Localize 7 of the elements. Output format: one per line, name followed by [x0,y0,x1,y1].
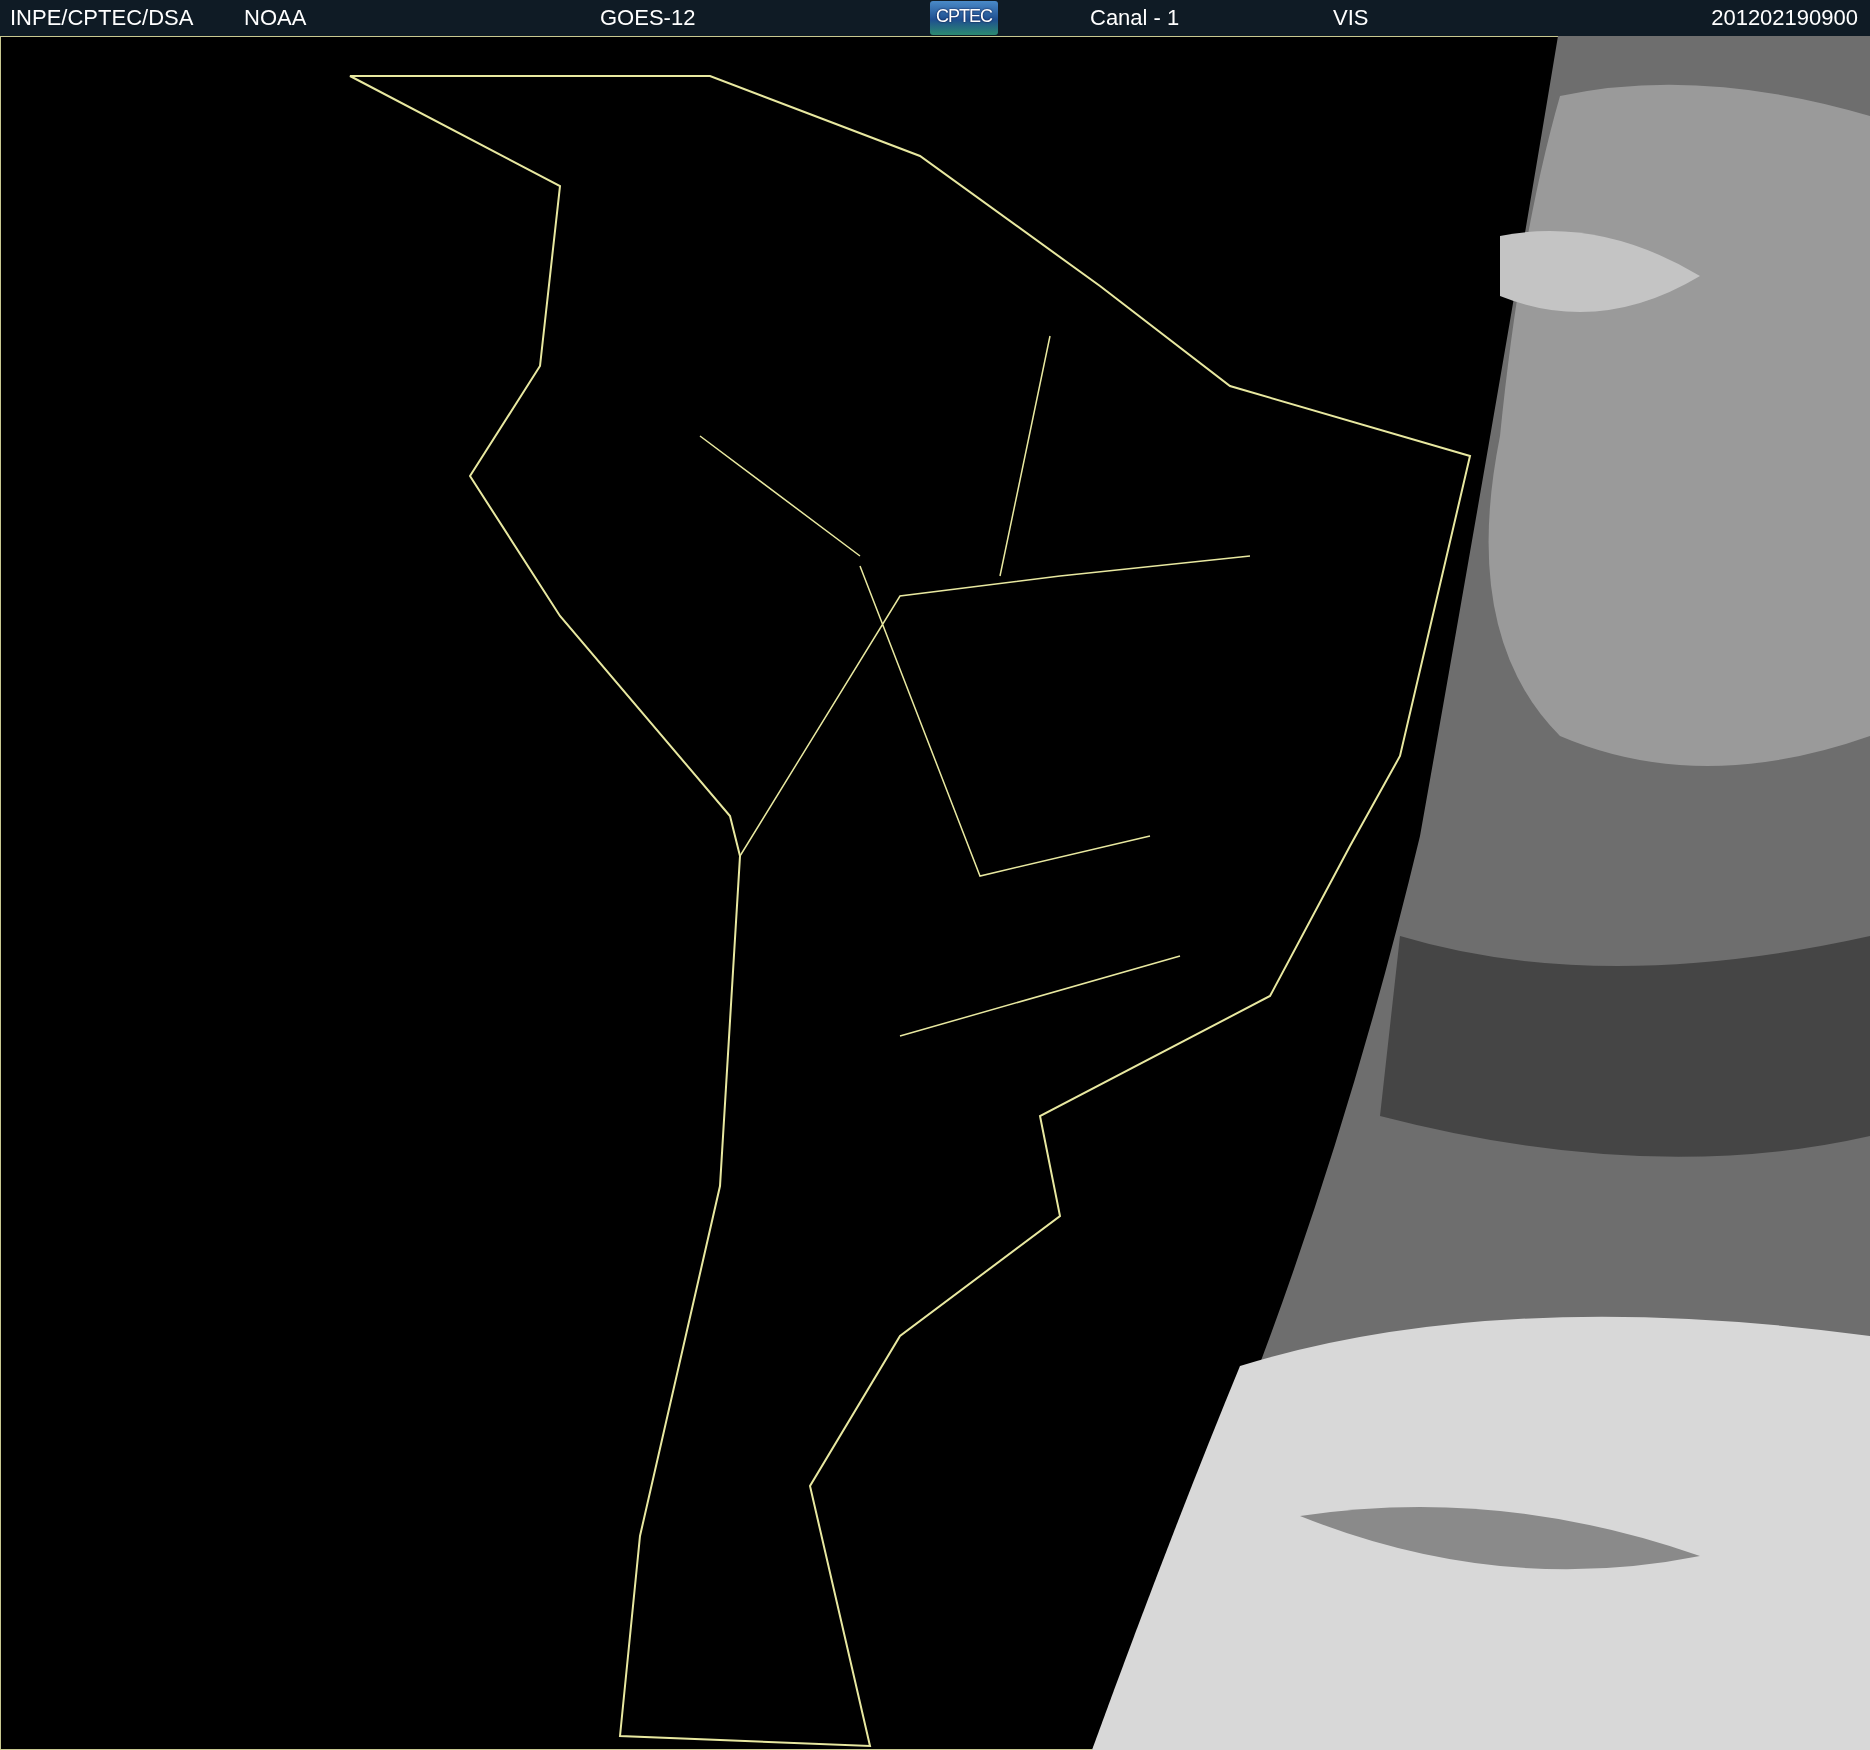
agency-label: NOAA [244,4,308,32]
source-label: INPE/CPTEC/DSA [10,4,195,32]
band-label: VIS [1333,4,1370,32]
channel-label: Canal - 1 [1090,4,1181,32]
timestamp: 201202190900 [1711,4,1859,32]
logo: CPTEC [930,1,998,35]
satellite-label: GOES-12 [600,4,697,32]
